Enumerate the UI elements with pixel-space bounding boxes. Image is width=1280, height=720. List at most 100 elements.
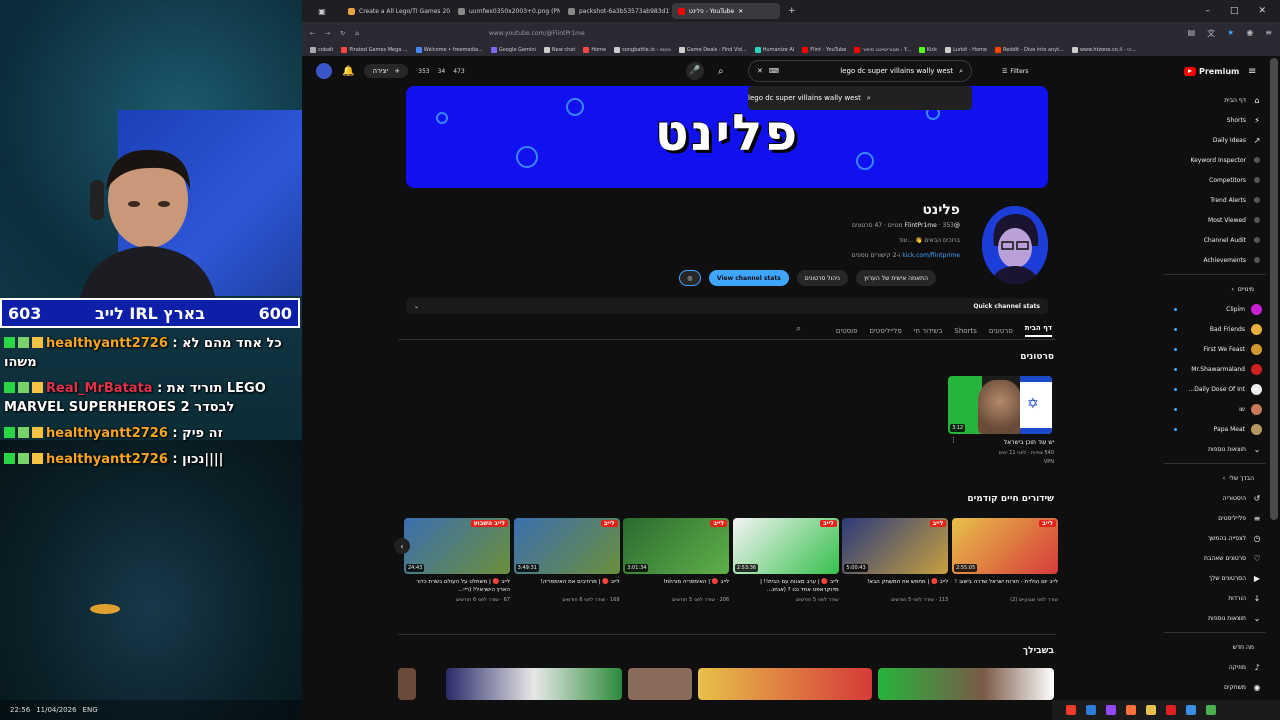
show-more-subscriptions[interactable]: ⌄ תוצאות נוספות (1154, 439, 1276, 459)
clear-search-icon[interactable]: ✕ (757, 67, 763, 75)
live-video-thumbnail[interactable]: לייב 3:49:31 (513, 518, 620, 574)
menu-icon[interactable]: ≡ (1265, 28, 1272, 39)
browser-tab[interactable]: Create a All Lego/TI Games 20...✕ (342, 3, 450, 19)
browser-tab[interactable]: פלינט - YouTube ✕ (672, 3, 780, 19)
section-videos-title[interactable]: סרטונים (1020, 352, 1054, 362)
account-avatar[interactable] (316, 63, 332, 79)
section-lives-title[interactable]: שידורים חיים קודמים (967, 494, 1054, 504)
page-scrollbar[interactable] (1270, 58, 1278, 520)
video-title[interactable]: לייב 🔴 | האימפריה מורחת! (623, 578, 729, 594)
channel-tab[interactable]: Shorts (954, 327, 976, 335)
sidebar-new-item[interactable]: ◉ משחקים (1154, 677, 1276, 697)
live-video-thumbnail[interactable]: לייב 3:01:34 (623, 518, 730, 574)
video-title[interactable]: לייב 🔴 | משתלט על העולם בשרת כדור הארץ ה… (404, 578, 510, 594)
extensions-icon[interactable]: ▤ (1188, 28, 1196, 39)
section-foryou-title[interactable]: בשבילך (1023, 646, 1054, 656)
bookmark-item[interactable]: Game Deals - Find Vid... (678, 47, 747, 53)
search-input[interactable]: lego dc super villains wally west (785, 67, 953, 75)
sidebar-you-item[interactable]: ◷ לצפייה בהמשך (1154, 528, 1276, 548)
taskbar-app-icon[interactable] (1126, 705, 1136, 715)
close-icon[interactable]: ✕ (1258, 6, 1266, 16)
live-video-card[interactable]: לייב 3:01:34 לייב 🔴 | האימפריה מורחת! 206 ·… (623, 518, 730, 603)
sidebar-you-item[interactable]: ↓ הורדות (1154, 588, 1276, 608)
taskbar-app-icon[interactable] (1066, 705, 1076, 715)
sidebar-subscription[interactable]: Daily Dose Of Int... (1154, 379, 1276, 399)
channel-links[interactable]: kick.com/flintprime ו-2 קישורים נוספים (852, 252, 960, 259)
foryou-thumb[interactable] (698, 668, 872, 700)
bookmark-item[interactable]: New chat (543, 47, 575, 53)
channel-tab[interactable]: דף הבית (1024, 324, 1052, 337)
guide-menu-icon[interactable]: ≡ (1248, 66, 1256, 77)
sidebar-item-shorts[interactable]: ⚡ Shorts (1154, 110, 1276, 130)
create-button[interactable]: יצירה + (364, 64, 409, 78)
channel-description[interactable]: ברוכים הבאים 👋 ...עוד (852, 237, 960, 244)
sidebar-you-item[interactable]: ▶ הסרטונים שלך (1154, 568, 1276, 588)
url-field[interactable]: www.youtube.com/@FlintPr1me (489, 30, 585, 37)
translate-icon[interactable]: 文 (1207, 28, 1215, 39)
video-title[interactable]: לייב יום הולדת - חורות ישראל שדרה בישוב … (952, 578, 1058, 594)
channel-tab[interactable]: בשידור חי (914, 327, 943, 335)
bookmark-item[interactable]: Google Gemini (490, 47, 536, 53)
sidebar-you-item[interactable]: ⌄ תוצאות נוספות (1154, 608, 1276, 628)
taskbar-app-icon[interactable] (1086, 705, 1096, 715)
minimize-icon[interactable]: – (1205, 6, 1210, 16)
foryou-thumb[interactable] (628, 668, 692, 700)
video-title[interactable]: לייב 🔴 | מרחיבים את האימפריה! (514, 578, 620, 594)
sidebar-subscription[interactable]: Clipim (1154, 299, 1276, 319)
sidebar-item-daily-ideas[interactable]: ↗ Daily Ideas (1154, 130, 1276, 150)
search-suggestion[interactable]: ⌕ lego dc super villains wally west (748, 86, 972, 110)
sidebar-subscription[interactable]: שו (1154, 399, 1276, 419)
bookmark-item[interactable]: Lurkit - Home (945, 47, 987, 53)
bookmark-item[interactable]: Pirated Games Mega ... (341, 47, 408, 53)
bookmark-item[interactable]: Humanize AI (754, 47, 794, 53)
foryou-thumb[interactable] (878, 668, 1054, 700)
sidebar-you-item[interactable]: ≡ פלייליסטים (1154, 508, 1276, 528)
reload-icon[interactable]: ↻ (340, 30, 345, 37)
sidebar-subscription[interactable]: Papa Meat (1154, 419, 1276, 439)
live-video-thumbnail[interactable]: לייב 2:53:36 (732, 518, 839, 574)
channel-tab[interactable]: פוסטים (836, 327, 858, 335)
you-header[interactable]: הבדך שלי › (1154, 468, 1276, 488)
video-menu-icon[interactable]: ⋮ (950, 436, 957, 444)
search-box[interactable]: ⌕ lego dc super villains wally west ⌨ ✕ (748, 60, 972, 82)
shelf-prev-arrow[interactable]: ‹ (394, 538, 410, 554)
search-button-icon[interactable]: ⌕ (718, 66, 724, 77)
video-title[interactable]: יש עוד תוכן בישראל (950, 438, 1054, 447)
live-video-thumbnail[interactable]: לייב 5:00:43 (842, 518, 949, 574)
filters-button[interactable]: ☰ Filters (1002, 68, 1028, 75)
channel-search-icon[interactable]: ⌕ (796, 324, 801, 334)
bookmark-item[interactable]: www.htzone.co.il - הי... (1071, 47, 1136, 53)
tab-close-icon[interactable]: ✕ (738, 8, 743, 15)
foryou-thumb[interactable] (446, 668, 622, 700)
taskbar-app-icon[interactable] (1146, 705, 1156, 715)
sidebar-item-channel-audit[interactable]: Channel Audit (1154, 230, 1276, 250)
sidebar-subscription[interactable]: Bad Friends (1154, 319, 1276, 339)
sidebar-item-most-viewed[interactable]: Most Viewed (1154, 210, 1276, 230)
taskbar-app-icon[interactable] (1166, 705, 1176, 715)
sidebar-you-item[interactable]: ♡ סרטונים שאהבת (1154, 548, 1276, 568)
taskbar-app-icon[interactable] (1206, 705, 1216, 715)
new-tab-button[interactable]: + (780, 6, 804, 16)
taskbar-app-icon[interactable] (1186, 705, 1196, 715)
channel-tab[interactable]: פלייליסטים (869, 327, 901, 335)
bookmark-item[interactable]: songbattle.io - נינופו (614, 47, 671, 53)
youtube-premium-logo[interactable]: Premium (1184, 66, 1239, 76)
forward-icon[interactable]: → (325, 30, 330, 37)
manage-videos-button[interactable]: ניהול סרטונים (796, 270, 848, 286)
bookmark-item[interactable]: Kick (918, 47, 937, 53)
notifications-icon[interactable]: 🔔 (342, 66, 354, 77)
live-video-thumbnail[interactable]: לייב 2:55:05 (952, 518, 1058, 574)
extension-stats[interactable]: 353 34 473 (418, 68, 465, 75)
bookmark-item[interactable]: Flint - YouTube (802, 47, 846, 53)
sidebar-you-item[interactable]: ↺ היסטוריה (1154, 488, 1276, 508)
sidebar-subscription[interactable]: Mr.Shawarmaland (1154, 359, 1276, 379)
sidebar-item-keyword-inspector[interactable]: Keyword Inspector (1154, 150, 1276, 170)
channel-tab[interactable]: סרטונים (989, 327, 1013, 335)
expand-chevron-icon[interactable]: ⌄ (414, 303, 419, 310)
bookmark-item[interactable]: cobalt (310, 47, 333, 53)
live-video-card[interactable]: לייב 2:53:36 לייב 🔴 | ערב מצנות עם הבית!! … (732, 518, 839, 603)
sidebar-item-home[interactable]: ⌂ דף הבית (1154, 90, 1276, 110)
browser-tab[interactable]: uumfwx0350x2003+0.png (PNG Im...✕ (452, 3, 560, 19)
channel-link[interactable]: kick.com/flintprime (902, 252, 960, 259)
more-links[interactable]: ו-2 קישורים נוספים (852, 252, 901, 259)
